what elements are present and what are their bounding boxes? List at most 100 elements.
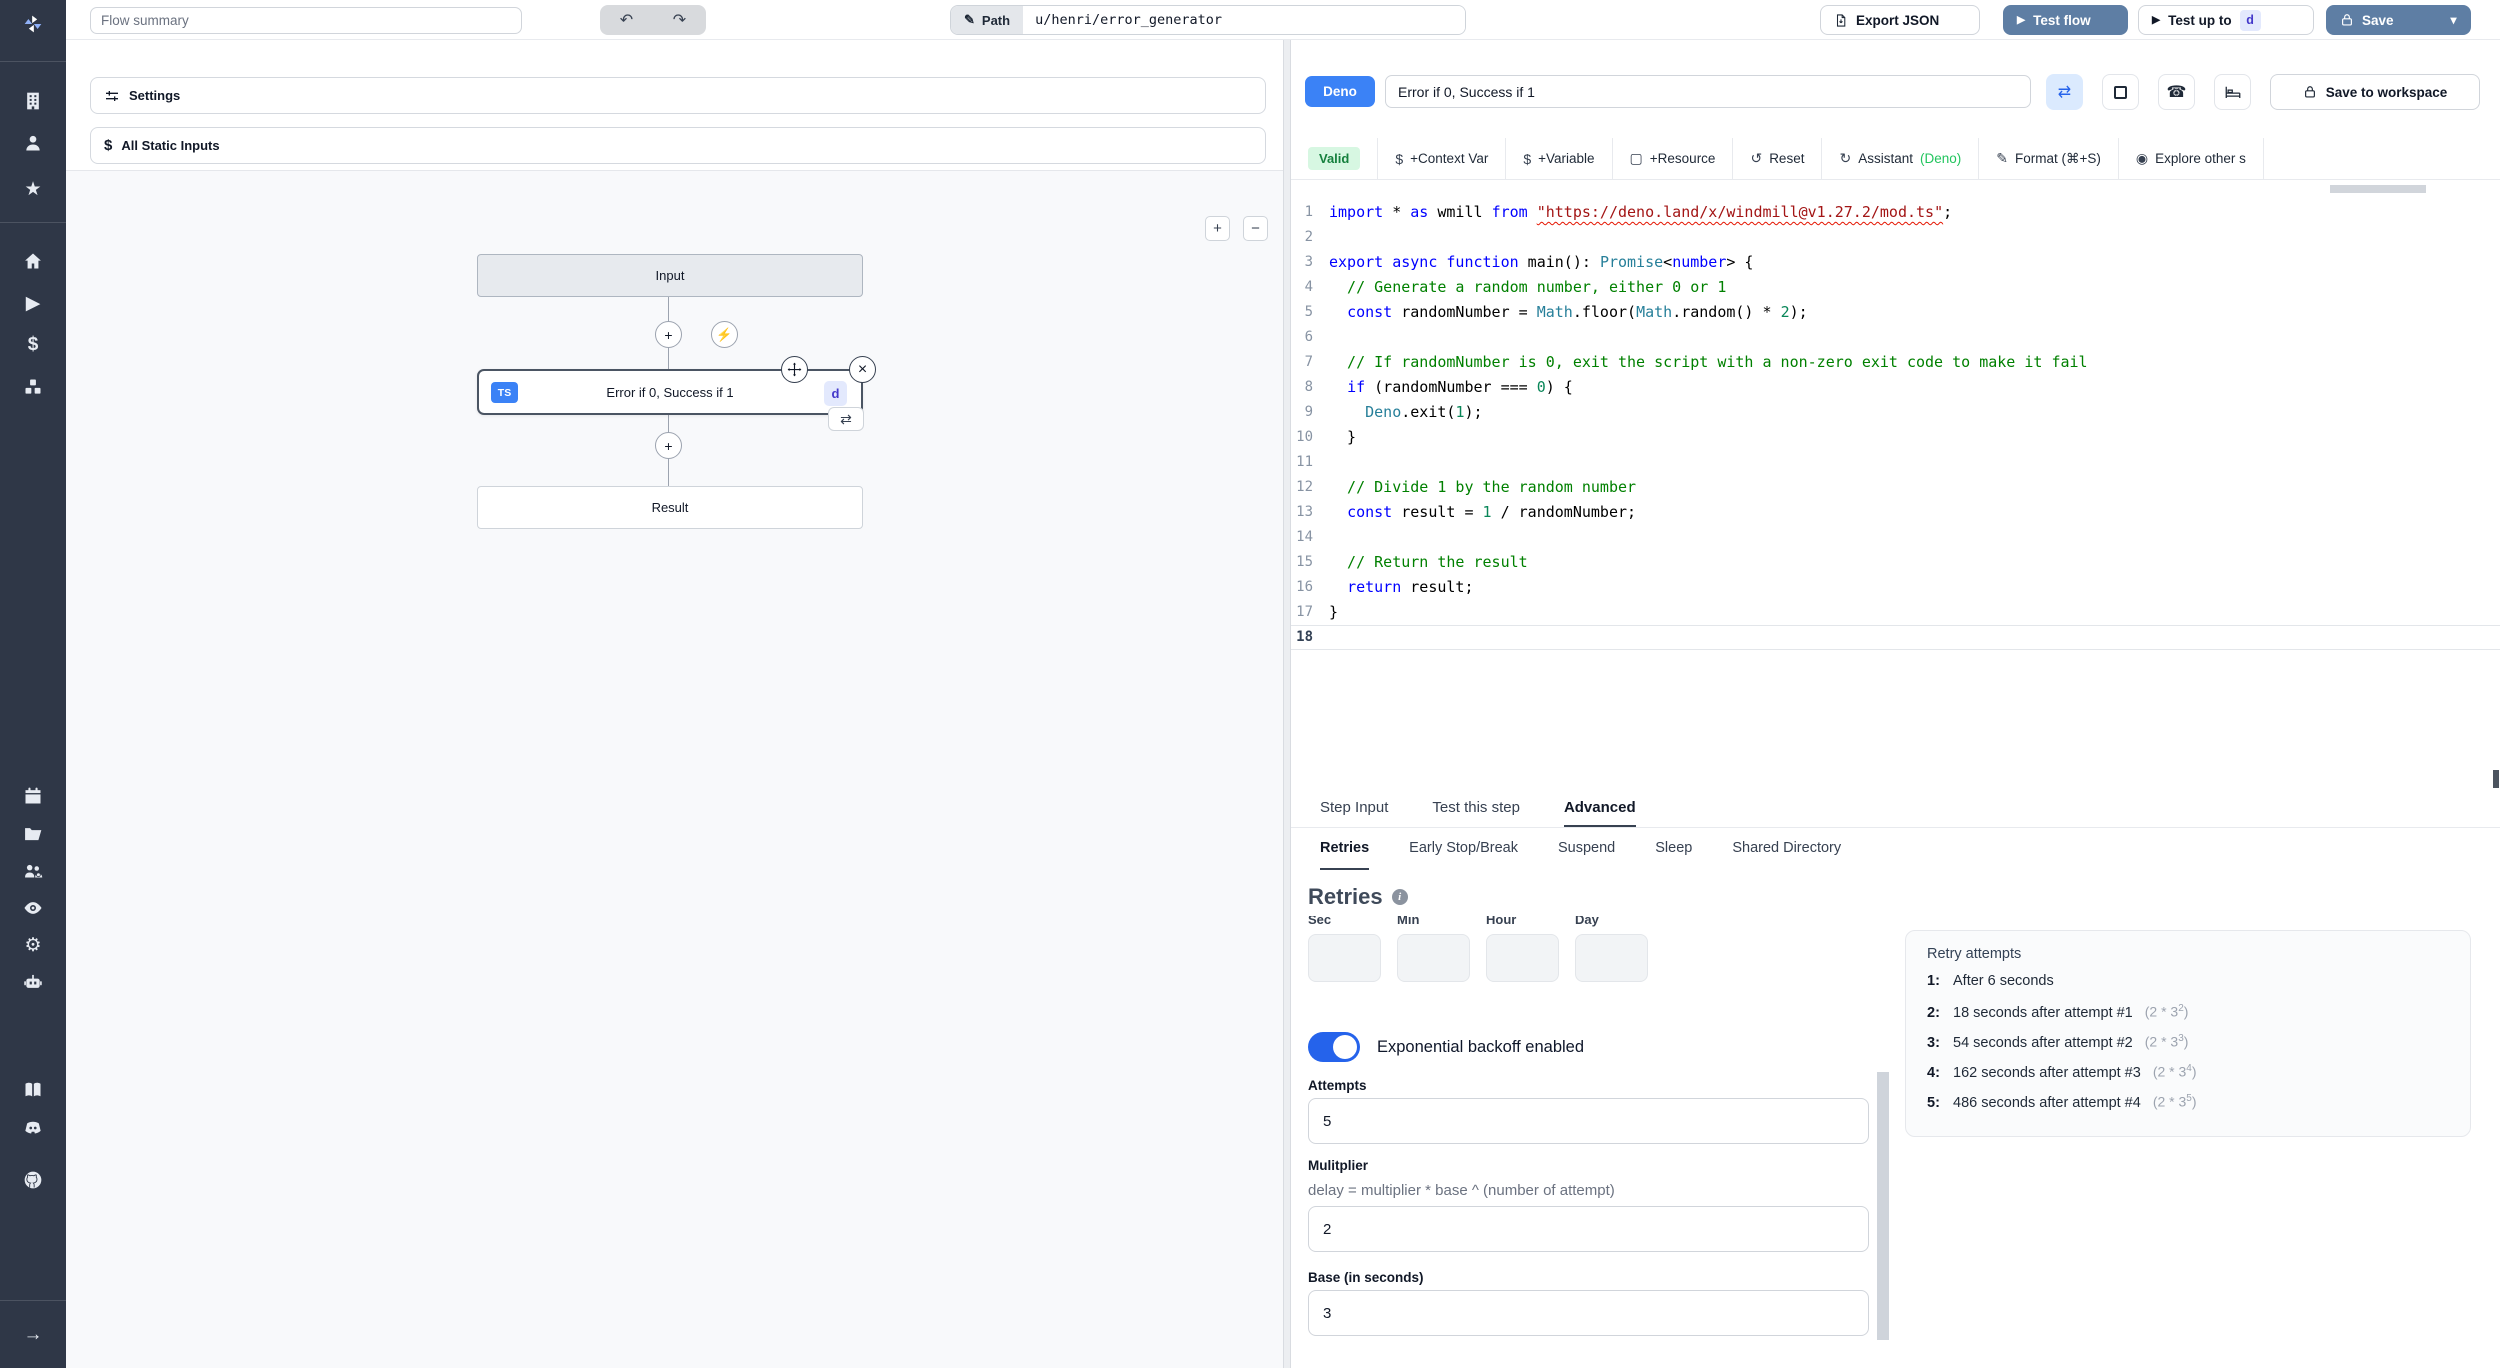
add-step-button[interactable]: + xyxy=(655,321,682,348)
settings-gear-icon[interactable]: ⚙ xyxy=(0,930,66,960)
toolbar-item-explore-other-s[interactable]: ◉ Explore other s xyxy=(2119,138,2264,179)
retry-interval-input-sec[interactable] xyxy=(1308,934,1381,982)
code-line[interactable]: 1 import * as wmill from "https://deno.la… xyxy=(1291,200,2500,225)
user-icon[interactable] xyxy=(0,128,66,158)
code-line[interactable]: 2 xyxy=(1291,225,2500,250)
input-node[interactable]: Input xyxy=(477,254,863,297)
docs-book-icon[interactable] xyxy=(0,1075,66,1105)
add-trigger-button[interactable]: ⚡ xyxy=(711,321,738,348)
tab-advanced[interactable]: Advanced xyxy=(1563,790,1636,827)
groups-icon[interactable] xyxy=(0,856,66,886)
subtab-sleep[interactable]: Sleep xyxy=(1655,828,1692,870)
toolbar-item-assistant[interactable]: ↻ Assistant (Deno) xyxy=(1822,138,1980,179)
add-step-button[interactable]: + xyxy=(655,432,682,459)
toolbar-item-reset[interactable]: ↺ Reset xyxy=(1733,138,1823,179)
resources-boxes-icon[interactable] xyxy=(0,372,66,402)
toolbar-item-format-s[interactable]: ✎ Format (⌘+S) xyxy=(1979,138,2119,179)
windmill-logo[interactable] xyxy=(0,9,66,39)
test-up-to-button[interactable]: ▶ Test up to d xyxy=(2138,5,2314,35)
move-step-handle[interactable] xyxy=(781,356,808,383)
static-inputs-row[interactable]: $ All Static Inputs xyxy=(90,127,1266,164)
code-line[interactable]: 5 const randomNumber = Math.floor(Math.r… xyxy=(1291,300,2500,325)
subtab-suspend[interactable]: Suspend xyxy=(1558,828,1615,870)
subtab-retries[interactable]: Retries xyxy=(1320,828,1370,870)
discord-icon[interactable] xyxy=(0,1113,66,1143)
code-line[interactable]: 3 export async function main(): Promise<n… xyxy=(1291,250,2500,275)
code-line[interactable]: 12 // Divide 1 by the random number xyxy=(1291,475,2500,500)
content-vscrollbar[interactable] xyxy=(1877,1072,1889,1340)
retry-interval-input-hour[interactable] xyxy=(1486,934,1559,982)
save-to-workspace-button[interactable]: Save to workspace xyxy=(2270,74,2480,110)
variables-dollar-icon[interactable]: $ xyxy=(0,330,66,360)
github-icon[interactable] xyxy=(0,1165,66,1195)
result-node[interactable]: Result xyxy=(477,486,863,529)
audit-eye-icon[interactable] xyxy=(0,893,66,923)
multiplier-input[interactable] xyxy=(1308,1206,1869,1252)
attempts-input[interactable] xyxy=(1308,1098,1869,1144)
redo-button[interactable]: ↷ xyxy=(653,5,706,35)
early-stop-button[interactable] xyxy=(2102,74,2139,110)
save-button[interactable]: Save xyxy=(2326,5,2436,35)
info-icon[interactable]: i xyxy=(1391,889,1408,905)
code-line[interactable]: 7 // If randomNumber is 0, exit the scri… xyxy=(1291,350,2500,375)
retries-heading: Retries i xyxy=(1308,884,1408,910)
save-dropdown-button[interactable]: ▾ xyxy=(2436,5,2471,35)
delete-step-button[interactable]: × xyxy=(849,356,876,383)
schedules-calendar-icon[interactable] xyxy=(0,781,66,811)
flow-canvas[interactable]: + − Input + ⚡ TS Error if 0, Success if … xyxy=(66,170,1283,1368)
panel-resize-divider[interactable] xyxy=(1283,40,1291,1368)
code-line[interactable]: 4 // Generate a random number, either 0 … xyxy=(1291,275,2500,300)
gear-glyph: ⚙ xyxy=(24,934,42,956)
code-line[interactable]: 6 xyxy=(1291,325,2500,350)
code-line[interactable]: 13 const result = 1 / randomNumber; xyxy=(1291,500,2500,525)
workspace-icon[interactable] xyxy=(0,86,66,116)
export-json-button[interactable]: Export JSON xyxy=(1820,5,1980,35)
toolbar-item-variable[interactable]: $ +Variable xyxy=(1506,138,1613,179)
tab-step-input[interactable]: Step Input xyxy=(1320,790,1388,827)
flow-settings-row[interactable]: Settings xyxy=(90,77,1266,114)
subtab-early-stop-break[interactable]: Early Stop/Break xyxy=(1409,828,1518,870)
zoom-in-button[interactable]: + xyxy=(1205,216,1230,241)
code-line[interactable]: 8 if (randomNumber === 0) { xyxy=(1291,375,2500,400)
step-node-selected[interactable]: TS Error if 0, Success if 1 d × ⇄ xyxy=(477,356,876,431)
code-line[interactable]: 10 } xyxy=(1291,425,2500,450)
code-line[interactable]: 17} xyxy=(1291,600,2500,625)
retries-toggle-button[interactable]: ⇄ xyxy=(2046,74,2083,110)
code-line[interactable]: 11 xyxy=(1291,450,2500,475)
zoom-out-button[interactable]: − xyxy=(1243,216,1268,241)
code-line[interactable]: 16 return result; xyxy=(1291,575,2500,600)
retry-interval-input-day[interactable] xyxy=(1575,934,1648,982)
home-icon[interactable] xyxy=(0,246,66,276)
code-line[interactable]: 18 xyxy=(1291,625,2500,650)
code-editor[interactable]: 1 import * as wmill from "https://deno.la… xyxy=(1291,200,2500,790)
collapse-arrow-icon[interactable]: → xyxy=(0,1320,66,1350)
suspend-phone-button[interactable]: ☎ xyxy=(2158,74,2195,110)
step-retry-indicator[interactable]: ⇄ xyxy=(828,407,864,431)
base-seconds-input[interactable] xyxy=(1308,1290,1869,1336)
sleep-button[interactable] xyxy=(2214,74,2251,110)
toolbar-item-context-var[interactable]: $ +Context Var xyxy=(1378,138,1507,179)
favorites-star-icon[interactable]: ★ xyxy=(0,174,66,204)
code-text: if (randomNumber === 0) { xyxy=(1347,378,1573,396)
undo-button[interactable]: ↶ xyxy=(600,5,653,35)
code-line[interactable]: 9 Deno.exit(1); xyxy=(1291,400,2500,425)
code-line[interactable]: 14 xyxy=(1291,525,2500,550)
code-text: // If randomNumber is 0, exit the script… xyxy=(1329,353,2088,371)
step-title-input[interactable] xyxy=(1385,75,2031,108)
retry-interval-input-min[interactable] xyxy=(1397,934,1470,982)
folders-icon[interactable] xyxy=(0,819,66,849)
workers-robot-icon[interactable] xyxy=(0,967,66,997)
retry-interval-label: Day xyxy=(1575,916,1599,927)
runs-play-icon[interactable]: ▶ xyxy=(0,288,66,318)
tab-test-this-step[interactable]: Test this step xyxy=(1432,790,1520,827)
path-input[interactable] xyxy=(1023,6,1465,34)
test-flow-button[interactable]: ▶ Test flow xyxy=(2003,5,2128,35)
flow-summary-input[interactable] xyxy=(90,7,522,34)
toolbar-hscrollbar[interactable] xyxy=(2330,185,2426,193)
exponential-backoff-toggle[interactable] xyxy=(1308,1032,1360,1062)
line-number: 12 xyxy=(1296,479,1313,495)
toolbar-item-resource[interactable]: ▢ +Resource xyxy=(1613,138,1734,179)
subtab-shared-directory[interactable]: Shared Directory xyxy=(1732,828,1841,870)
code-line[interactable]: 15 // Return the result xyxy=(1291,550,2500,575)
editor-scroll-marker[interactable] xyxy=(2493,770,2499,788)
